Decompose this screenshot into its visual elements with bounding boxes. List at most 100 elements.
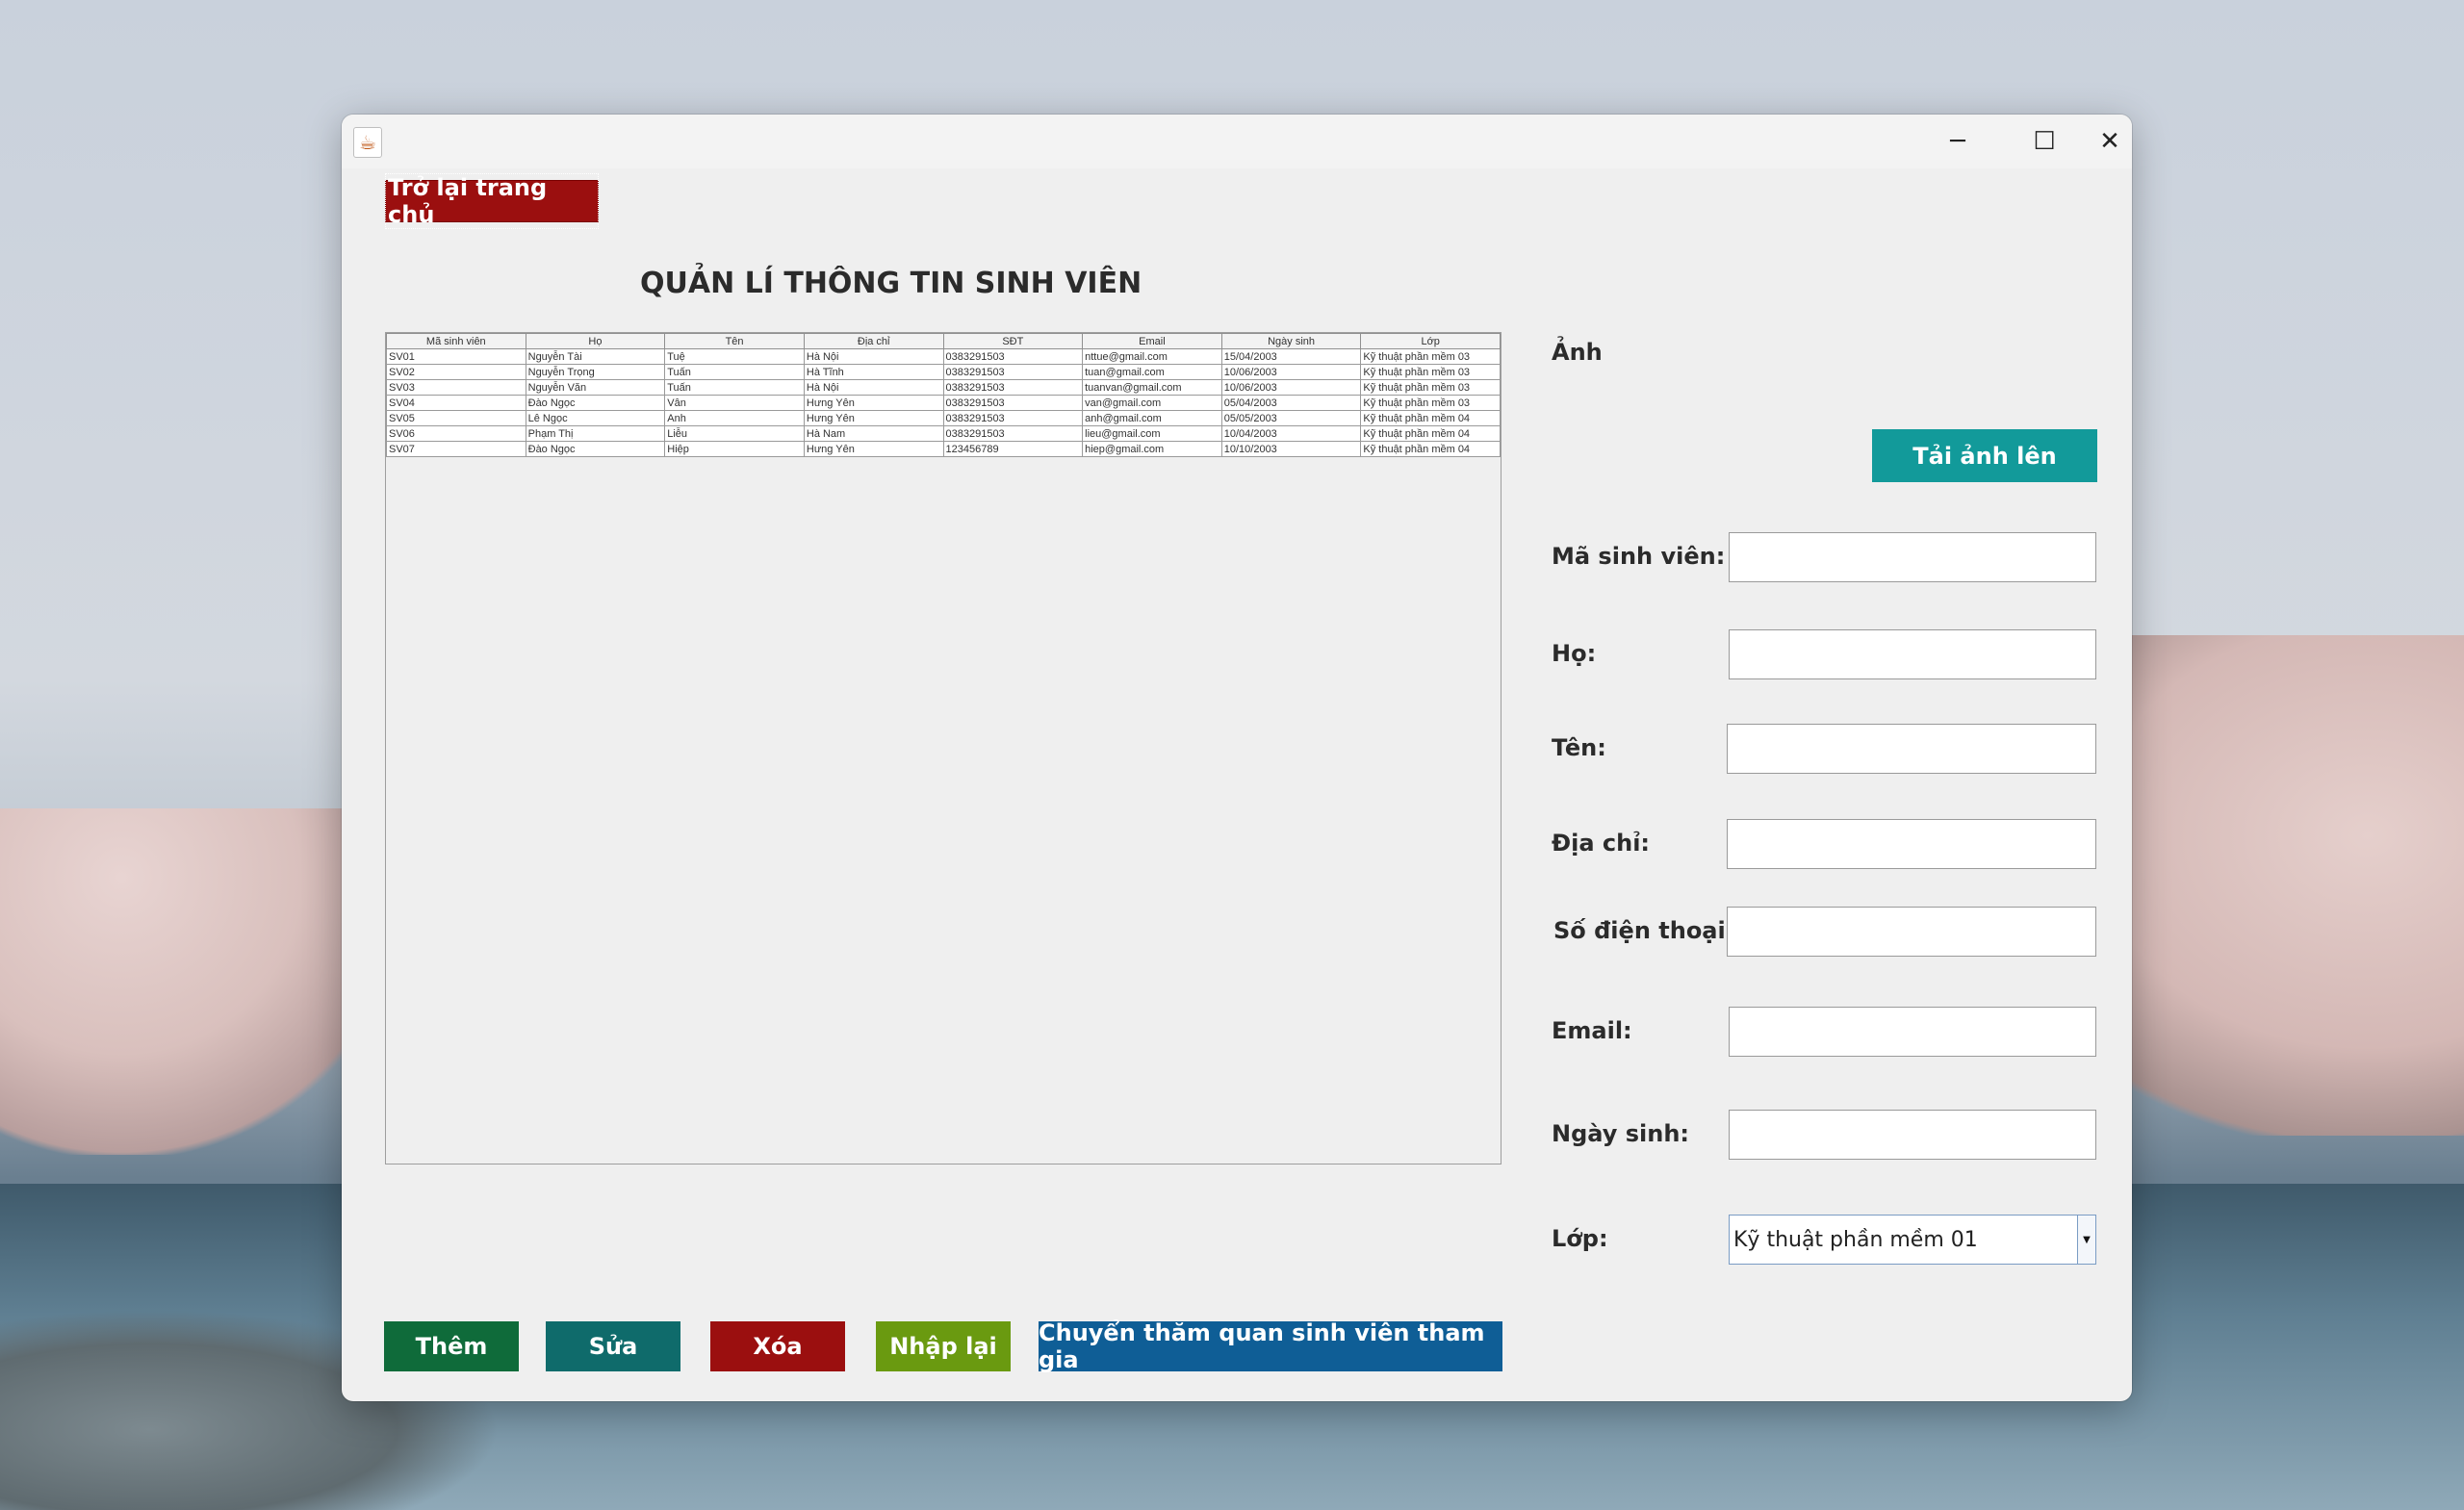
student-id-label: Mã sinh viên: [1552, 543, 1726, 570]
cell: 10/10/2003 [1220, 441, 1362, 457]
cell: Lê Ngọc [525, 410, 666, 426]
cell: Kỹ thuật phần mềm 03 [1360, 395, 1501, 411]
cell: Vân [664, 395, 805, 411]
column-header[interactable]: Tên [664, 333, 805, 349]
cell: 05/05/2003 [1220, 410, 1362, 426]
back-to-home-button[interactable]: Trở lại trang chủ [385, 173, 599, 229]
class-select[interactable]: Kỹ thuật phần mềm 01 ▼ [1729, 1215, 2096, 1265]
cell: Tuệ [664, 348, 805, 365]
last-name-input[interactable] [1729, 629, 2096, 679]
close-button[interactable]: ✕ [2088, 115, 2132, 168]
cell: Hà Nội [803, 348, 944, 365]
cell: 10/06/2003 [1220, 379, 1362, 396]
birthday-label: Ngày sinh: [1552, 1120, 1690, 1147]
first-name-label: Tên: [1552, 734, 1606, 761]
last-name-label: Họ: [1552, 640, 1597, 667]
student-table[interactable]: Mã sinh viên Họ Tên Địa chỉ SĐT Email Ng… [385, 332, 1502, 1164]
table-row[interactable]: SV03 Nguyễn Văn Tuấn Hà Nội 0383291503 tuanva… [386, 379, 1501, 396]
table-row[interactable]: SV06 Phạm Thị Liễu Hà Nam 0383291503 lieu@gma… [386, 425, 1501, 442]
cell: hiep@gmail.com [1082, 441, 1222, 457]
cell: nttue@gmail.com [1082, 348, 1222, 365]
cell: SV06 [386, 425, 526, 442]
table-row[interactable]: SV07 Đào Ngọc Hiệp Hưng Yên 123456789 hiep@gm… [386, 441, 1501, 457]
page-title: QUẢN LÍ THÔNG TIN SINH VIÊN [640, 267, 1142, 300]
column-header[interactable]: Mã sinh viên [386, 333, 526, 349]
email-label: Email: [1552, 1017, 1632, 1044]
student-id-input[interactable] [1729, 532, 2096, 582]
cell: Hưng Yên [803, 395, 944, 411]
cell: Hà Tĩnh [803, 364, 944, 380]
cell: SV01 [386, 348, 526, 365]
address-label: Địa chỉ: [1552, 830, 1651, 857]
cell: Nguyễn Trọng [525, 364, 666, 380]
cell: tuanvan@gmail.com [1082, 379, 1222, 396]
cell: Hiệp [664, 441, 805, 457]
minimize-button[interactable]: ─ [1914, 115, 2001, 168]
upload-photo-button[interactable]: Tải ảnh lên [1872, 429, 2097, 482]
phone-label: Số điện thoại: [1553, 917, 1735, 944]
cell: Hưng Yên [803, 441, 944, 457]
cell: SV05 [386, 410, 526, 426]
maximize-button[interactable]: ☐ [2001, 115, 2088, 168]
cell: Kỹ thuật phần mềm 04 [1360, 441, 1501, 457]
cell: 10/04/2003 [1220, 425, 1362, 442]
column-header[interactable]: Lớp [1360, 333, 1501, 349]
cell: Kỹ thuật phần mềm 04 [1360, 425, 1501, 442]
cell: Đào Ngọc [525, 441, 666, 457]
delete-button[interactable]: Xóa [710, 1321, 845, 1371]
back-to-home-label: Trở lại trang chủ [385, 173, 599, 229]
dropdown-arrow-icon[interactable]: ▼ [2077, 1216, 2095, 1264]
photo-label: Ảnh [1552, 339, 1603, 366]
birthday-input[interactable] [1729, 1110, 2096, 1160]
cell: Hà Nam [803, 425, 944, 442]
cell: 05/04/2003 [1220, 395, 1362, 411]
cell: 0383291503 [942, 348, 1084, 365]
cell: Anh [664, 410, 805, 426]
cell: SV02 [386, 364, 526, 380]
cell: SV04 [386, 395, 526, 411]
java-app-icon: ☕ [353, 127, 382, 158]
add-button[interactable]: Thêm [384, 1321, 519, 1371]
cell: Liễu [664, 425, 805, 442]
cell: van@gmail.com [1082, 395, 1222, 411]
table-row[interactable]: SV02 Nguyễn Trọng Tuấn Hà Tĩnh 0383291503 tua… [386, 364, 1501, 380]
column-header[interactable]: Email [1082, 333, 1222, 349]
cell: Đào Ngọc [525, 395, 666, 411]
column-header[interactable]: SĐT [942, 333, 1084, 349]
cell: 123456789 [942, 441, 1084, 457]
class-label: Lớp: [1552, 1225, 1608, 1252]
table-row[interactable]: SV04 Đào Ngọc Vân Hưng Yên 0383291503 van@gma… [386, 395, 1501, 411]
cell: SV07 [386, 441, 526, 457]
first-name-input[interactable] [1727, 724, 2096, 774]
cell: lieu@gmail.com [1082, 425, 1222, 442]
cell: Hà Nội [803, 379, 944, 396]
table-header-row: Mã sinh viên Họ Tên Địa chỉ SĐT Email Ng… [386, 333, 1501, 349]
column-header[interactable]: Địa chỉ [803, 333, 944, 349]
address-input[interactable] [1727, 819, 2096, 869]
table-row[interactable]: SV01 Nguyễn Tài Tuệ Hà Nội 0383291503 nttue@g… [386, 348, 1501, 365]
cell: 0383291503 [942, 425, 1084, 442]
email-input[interactable] [1729, 1007, 2096, 1057]
cell: Nguyễn Tài [525, 348, 666, 365]
class-select-value: Kỹ thuật phần mềm 01 [1733, 1227, 1978, 1252]
student-grid: Mã sinh viên Họ Tên Địa chỉ SĐT Email Ng… [386, 333, 1501, 457]
cell: Kỹ thuật phần mềm 03 [1360, 348, 1501, 365]
cell: 0383291503 [942, 410, 1084, 426]
cell: 0383291503 [942, 364, 1084, 380]
cell: Hưng Yên [803, 410, 944, 426]
cell: Nguyễn Văn [525, 379, 666, 396]
cell: Kỹ thuật phần mềm 04 [1360, 410, 1501, 426]
cell: 15/04/2003 [1220, 348, 1362, 365]
phone-input[interactable] [1727, 907, 2096, 957]
cell: Phạm Thị [525, 425, 666, 442]
cell: Kỹ thuật phần mềm 03 [1360, 379, 1501, 396]
column-header[interactable]: Ngày sinh [1220, 333, 1362, 349]
column-header[interactable]: Họ [525, 333, 666, 349]
transfer-students-button[interactable]: Chuyển thăm quan sinh viên tham gia [1039, 1319, 1502, 1373]
cell: Tuấn [664, 379, 805, 396]
table-row[interactable]: SV05 Lê Ngọc Anh Hưng Yên 0383291503 anh@gmai… [386, 410, 1501, 426]
reset-button[interactable]: Nhập lại [876, 1321, 1011, 1371]
cell: 10/06/2003 [1220, 364, 1362, 380]
cell: Kỹ thuật phần mềm 03 [1360, 364, 1501, 380]
edit-button[interactable]: Sửa [546, 1321, 680, 1371]
